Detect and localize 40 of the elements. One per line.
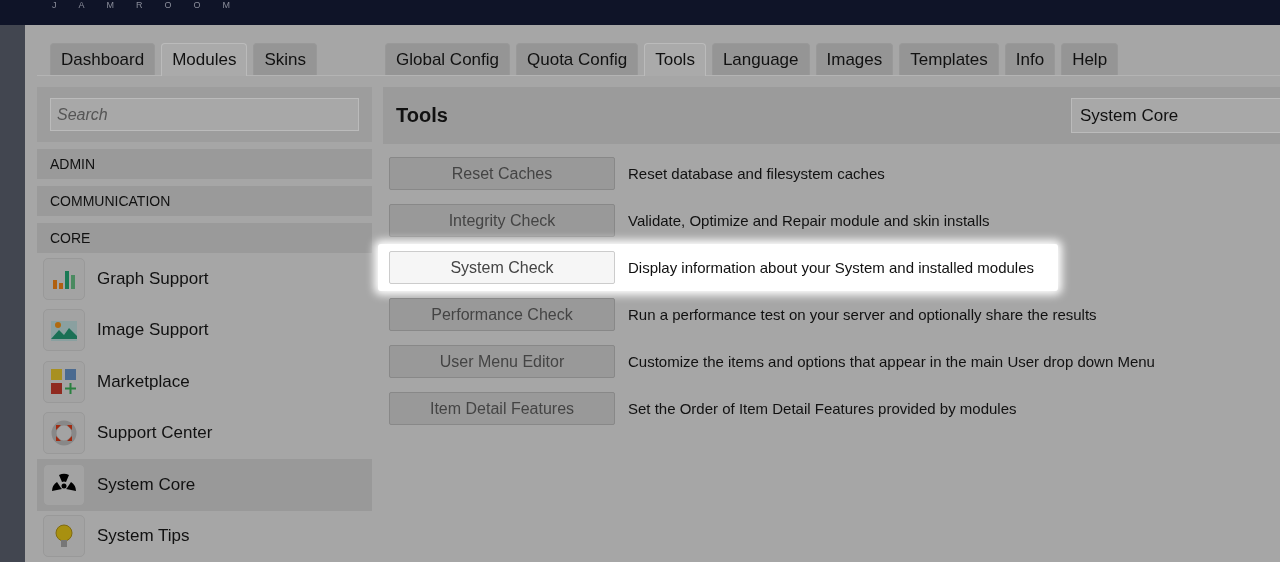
tool-button[interactable]: Reset Caches	[389, 157, 615, 190]
module-select[interactable]: System Core	[1071, 98, 1280, 133]
tab[interactable]: Modules	[161, 43, 248, 76]
tool-button[interactable]: User Menu Editor	[389, 345, 615, 378]
logo-text: JAMROOM	[51, 0, 252, 10]
tab[interactable]: Skins	[253, 43, 317, 75]
module-item[interactable]: Graph Support	[37, 253, 372, 305]
blocks-plus-icon	[51, 368, 77, 395]
tab[interactable]: Quota Config	[516, 43, 639, 75]
tool-button[interactable]: Item Detail Features	[389, 392, 615, 425]
tool-description: Validate, Optimize and Repair module and skin installs	[628, 212, 990, 229]
tab[interactable]: Global Config	[385, 43, 510, 75]
tool-description: Customize the items and options that appear in the main User drop down Menu	[628, 353, 1155, 370]
category-header[interactable]: COMMUNICATION	[37, 186, 372, 216]
tab[interactable]: Templates	[899, 43, 999, 75]
tool-description: Reset database and filesystem caches	[628, 165, 885, 182]
tool-description: Display information about your System and installed modules	[628, 259, 1035, 276]
category-header[interactable]: CORE	[37, 223, 372, 253]
tool-button[interactable]: Performance Check	[389, 298, 615, 331]
module-item[interactable]: Marketplace	[37, 356, 372, 408]
tool-button[interactable]: Integrity Check	[389, 204, 615, 237]
tab[interactable]: Dashboard	[50, 43, 156, 75]
module-item[interactable]: Image Support	[37, 304, 372, 356]
lifebuoy-icon	[51, 420, 77, 447]
search-field[interactable]: Search	[50, 98, 359, 131]
tool-button[interactable]: System Check	[389, 251, 615, 284]
tab[interactable]: Images	[815, 43, 894, 75]
tool-description: Run a performance test on your server and optionally share the results	[628, 306, 1097, 323]
category-header[interactable]: ADMIN	[37, 149, 372, 179]
panel-title: Tools	[395, 104, 448, 127]
module-item[interactable]: System Tips	[37, 510, 372, 562]
tab[interactable]: Info	[1004, 43, 1056, 75]
lightbulb-icon	[54, 524, 74, 549]
tab[interactable]: Help	[1061, 43, 1119, 75]
landscape-icon	[51, 319, 77, 342]
module-item[interactable]: Support Center	[37, 407, 372, 459]
module-item[interactable]: System Core	[37, 459, 372, 511]
tab[interactable]: Tools	[644, 43, 706, 76]
tab[interactable]: Language	[711, 43, 810, 75]
tool-description: Set the Order of Item Detail Features provided by modules	[628, 400, 1017, 417]
